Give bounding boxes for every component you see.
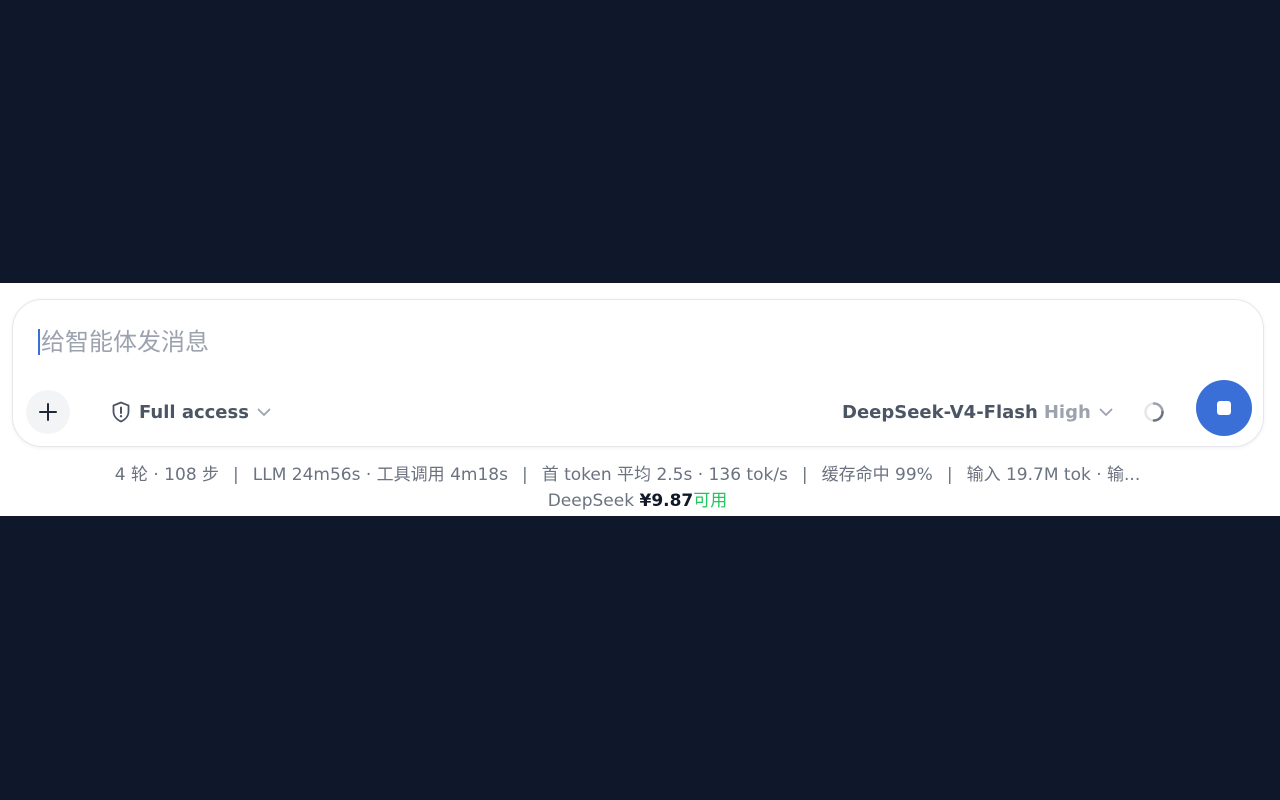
access-mode-label: Full access	[139, 401, 249, 423]
chevron-down-icon	[1099, 408, 1113, 416]
stop-icon	[1217, 401, 1231, 415]
stats-separator: |	[233, 465, 239, 485]
add-attachment-button[interactable]	[26, 390, 70, 434]
model-effort: High	[1043, 401, 1091, 423]
stop-generation-button[interactable]	[1196, 380, 1252, 436]
balance-provider: DeepSeek	[547, 491, 635, 511]
text-caret	[38, 329, 40, 355]
loading-spinner-icon	[1143, 401, 1165, 423]
stats-timing: LLM 24m56s · 工具调用 4m18s	[252, 465, 508, 485]
model-selector[interactable]: DeepSeek-V4-Flash High	[842, 398, 1115, 426]
stats-separator: |	[521, 465, 528, 485]
balance-info: DeepSeek ¥9.87可用	[0, 486, 1275, 511]
background-top	[0, 0, 1280, 283]
composer-panel: Full access DeepSeek-V4-Flash High 4 轮 ·…	[0, 283, 1280, 516]
message-input[interactable]	[41, 328, 1141, 356]
chevron-down-icon	[257, 408, 271, 416]
background-bottom	[0, 516, 1280, 800]
stats-rounds: 4 轮 · 108 步	[114, 465, 220, 485]
balance-status: 可用	[693, 491, 728, 511]
session-stats: 4 轮 · 108 步 | LLM 24m56s · 工具调用 4m18s | 首 to…	[0, 460, 1255, 485]
input-row	[38, 326, 1228, 358]
stats-cache: 缓存命中 99%	[821, 465, 933, 485]
model-name: DeepSeek-V4-Flash	[842, 401, 1038, 423]
stats-separator: |	[801, 465, 808, 485]
stats-separator: |	[946, 465, 953, 485]
stats-tokens: 输入 19.7M tok · 输...	[966, 465, 1141, 485]
balance-amount: ¥9.87	[639, 491, 694, 511]
plus-icon	[39, 403, 57, 421]
message-composer: Full access DeepSeek-V4-Flash High	[12, 299, 1264, 447]
stats-first-token: 首 token 平均 2.5s · 136 tok/s	[541, 465, 788, 485]
shield-alert-icon	[112, 401, 130, 423]
access-mode-selector[interactable]: Full access	[109, 398, 273, 426]
